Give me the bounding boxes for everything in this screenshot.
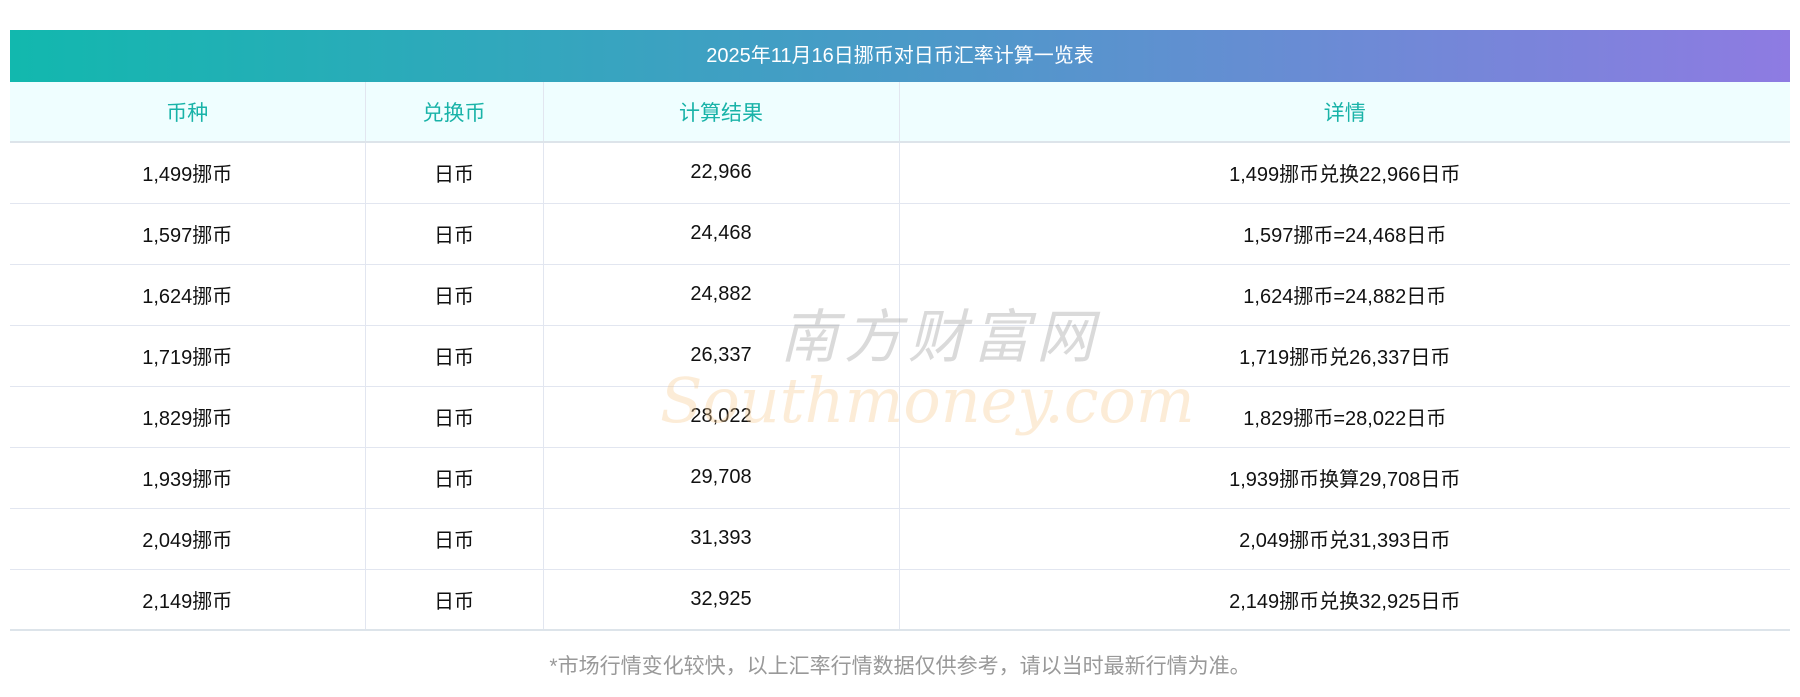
table-row: 1,829挪币 日币 28,022 1,829挪币=28,022日币 — [10, 386, 1790, 448]
cell-result: 29,708 — [543, 447, 900, 509]
cell-details: 1,597挪币=24,468日币 — [899, 203, 1790, 265]
cell-details: 2,149挪币兑换32,925日币 — [899, 569, 1790, 631]
header-details: 详情 — [899, 82, 1790, 143]
cell-result: 32,925 — [543, 569, 900, 631]
rate-table: 币种 兑换币 计算结果 详情 1,499挪币 日币 22,966 1,499挪币兑换2… — [10, 82, 1790, 631]
table-row: 1,499挪币 日币 22,966 1,499挪币兑换22,966日币 — [10, 142, 1790, 204]
cell-currency: 1,939挪币 — [10, 447, 366, 509]
cell-result: 28,022 — [543, 386, 900, 448]
cell-target-currency: 日币 — [365, 203, 544, 265]
table-row: 1,624挪币 日币 24,882 1,624挪币=24,882日币 — [10, 264, 1790, 326]
cell-result: 24,882 — [543, 264, 900, 326]
cell-details: 1,499挪币兑换22,966日币 — [899, 142, 1790, 204]
cell-currency: 1,624挪币 — [10, 264, 366, 326]
cell-currency: 1,829挪币 — [10, 386, 366, 448]
cell-target-currency: 日币 — [365, 569, 544, 631]
cell-currency: 1,499挪币 — [10, 142, 366, 204]
table-row: 1,939挪币 日币 29,708 1,939挪币换算29,708日币 — [10, 447, 1790, 509]
cell-result: 22,966 — [543, 142, 900, 204]
cell-result: 26,337 — [543, 325, 900, 387]
cell-details: 1,829挪币=28,022日币 — [899, 386, 1790, 448]
cell-details: 1,939挪币换算29,708日币 — [899, 447, 1790, 509]
cell-target-currency: 日币 — [365, 264, 544, 326]
cell-currency: 2,149挪币 — [10, 569, 366, 631]
cell-currency: 2,049挪币 — [10, 508, 366, 570]
table-row: 2,149挪币 日币 32,925 2,149挪币兑换32,925日币 — [10, 569, 1790, 631]
cell-details: 1,624挪币=24,882日币 — [899, 264, 1790, 326]
cell-details: 2,049挪币兑31,393日币 — [899, 508, 1790, 570]
table-row: 1,719挪币 日币 26,337 1,719挪币兑26,337日币 — [10, 325, 1790, 387]
table-row: 1,597挪币 日币 24,468 1,597挪币=24,468日币 — [10, 203, 1790, 265]
rate-table-container: 2025年11月16日挪币对日币汇率计算一览表 币种 兑换币 计算结果 详情 1… — [10, 30, 1790, 631]
header-row: 币种 兑换币 计算结果 详情 — [10, 82, 1790, 143]
header-result: 计算结果 — [543, 82, 900, 143]
cell-details: 1,719挪币兑26,337日币 — [899, 325, 1790, 387]
cell-target-currency: 日币 — [365, 386, 544, 448]
header-target-currency: 兑换币 — [365, 82, 544, 143]
cell-currency: 1,597挪币 — [10, 203, 366, 265]
header-currency: 币种 — [10, 82, 366, 143]
cell-result: 24,468 — [543, 203, 900, 265]
cell-result: 31,393 — [543, 508, 900, 570]
table-title: 2025年11月16日挪币对日币汇率计算一览表 — [10, 30, 1790, 82]
cell-target-currency: 日币 — [365, 508, 544, 570]
cell-currency: 1,719挪币 — [10, 325, 366, 387]
cell-target-currency: 日币 — [365, 447, 544, 509]
cell-target-currency: 日币 — [365, 142, 544, 204]
cell-target-currency: 日币 — [365, 325, 544, 387]
disclaimer-note: *市场行情变化较快，以上汇率行情数据仅供参考，请以当时最新行情为准。 — [549, 655, 1251, 678]
table-row: 2,049挪币 日币 31,393 2,049挪币兑31,393日币 — [10, 508, 1790, 570]
